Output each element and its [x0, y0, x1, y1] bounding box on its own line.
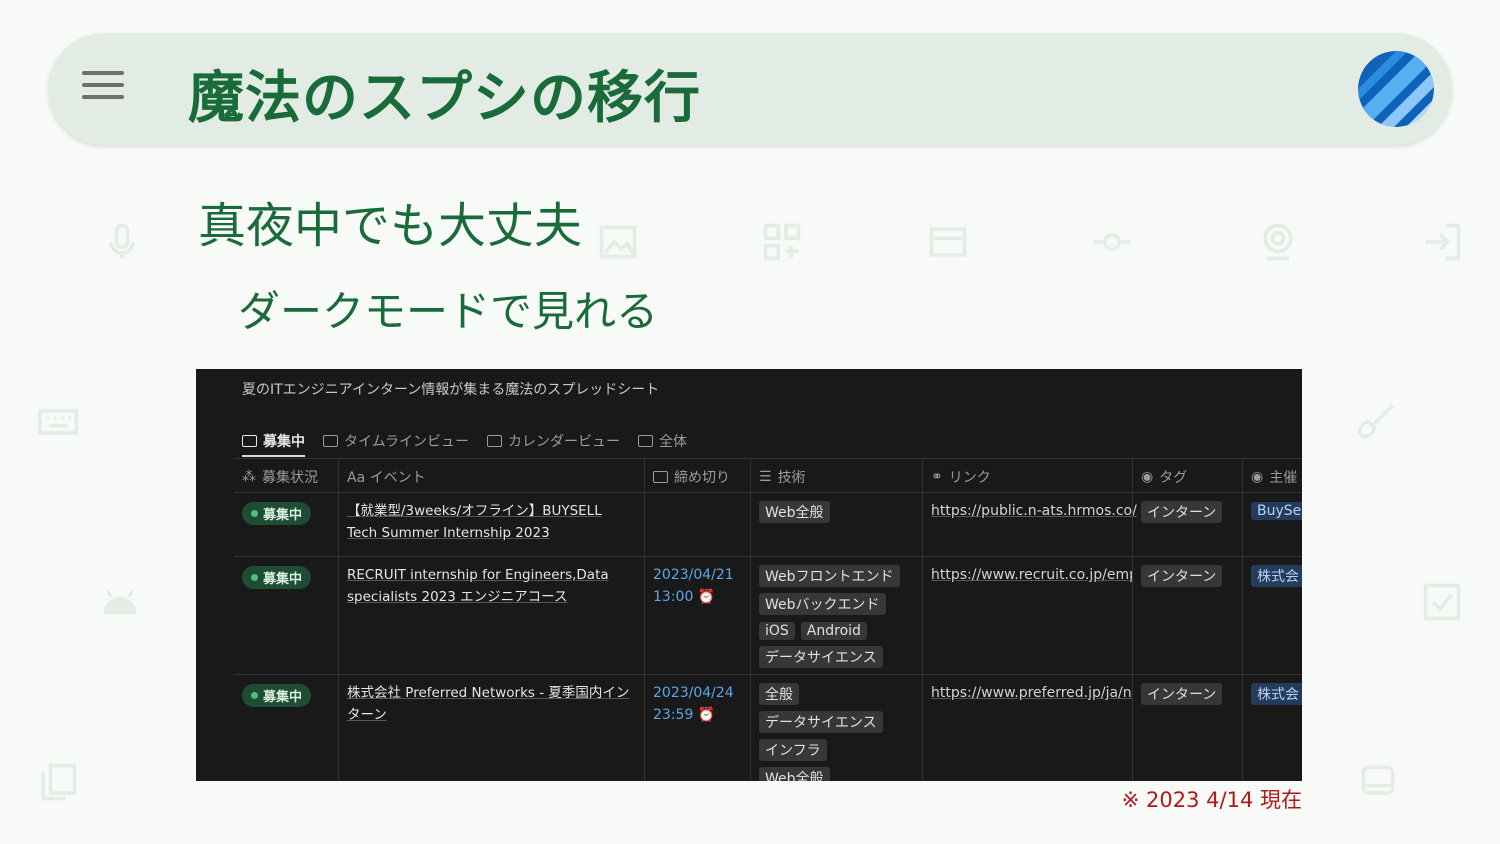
link-url[interactable]: https://www.preferred.jp/ja/ne [931, 685, 1132, 701]
column-header-event[interactable]: Aa イベント [338, 459, 644, 493]
event-name[interactable]: 株式会社 Preferred Networks - 夏季国内インターン [347, 682, 636, 726]
microphone-icon [100, 220, 144, 264]
image-icon [596, 220, 640, 264]
deadline-cell[interactable]: 2023/04/24 23:59 ⏰ [644, 675, 750, 781]
table-row[interactable]: 募集中 【就業型/3weeks/オフライン】BUYSELL Tech Summe… [234, 492, 1302, 557]
calendar-icon [653, 470, 668, 483]
alarm-clock-icon: ⏰ [697, 707, 716, 723]
tag-badge[interactable]: インターン [1141, 565, 1223, 587]
tech-tag[interactable]: インフラ [759, 739, 827, 761]
tech-tag[interactable]: Android [800, 622, 867, 640]
copy-icon [36, 760, 80, 804]
column-header-deadline[interactable]: 締め切り [644, 459, 750, 493]
tab-all[interactable]: 全体 [638, 427, 687, 455]
tech-tag[interactable]: Webフロントエンド [759, 565, 900, 587]
status-badge: 募集中 [242, 684, 312, 707]
avatar[interactable] [1358, 51, 1434, 127]
slide-subtitle: 真夜中でも大丈夫 [198, 198, 583, 254]
hamburger-menu-icon[interactable] [82, 71, 124, 107]
tab-recruiting[interactable]: 募集中 [242, 427, 305, 457]
database-title: 夏のITエンジニアインターン情報が集まる魔法のスプレッドシート [242, 382, 660, 398]
dark-mode-screenshot: 夏のITエンジニアインターン情報が集まる魔法のスプレッドシート 募集中 タイムラ… [196, 369, 1302, 781]
link-icon: ⚭ [931, 468, 943, 485]
tech-tag[interactable]: Web全般 [759, 767, 830, 781]
deadline-cell[interactable] [644, 493, 750, 557]
column-header-host[interactable]: ◉ 主催 [1242, 459, 1302, 493]
deadline-date: 2023/04/24 [653, 685, 734, 701]
tech-tag[interactable]: データサイエンス [759, 646, 883, 668]
table-header-row: ⁂ 募集状況 Aa イベント 締め切り ☰ 技術 ⚭ リンク ◉ タグ ◉ 主催 [234, 458, 1302, 493]
slide-point: ダークモードで見れる [238, 287, 659, 336]
tech-tag[interactable]: Web全般 [759, 501, 830, 523]
card-icon [926, 220, 970, 264]
tag-badge[interactable]: インターン [1141, 683, 1223, 705]
tab-calendar[interactable]: カレンダービュー [487, 427, 620, 455]
calendar-icon [487, 435, 503, 447]
event-name[interactable]: RECRUIT internship for Engineers,Data sp… [347, 564, 636, 608]
tab-timeline[interactable]: タイムラインビュー [323, 427, 469, 455]
tech-tag[interactable]: Webバックエンド [759, 593, 886, 615]
table-icon [638, 435, 654, 447]
tech-tag[interactable]: 全般 [759, 683, 799, 705]
page-title: 魔法のスプシの移行 [188, 66, 701, 131]
select-icon: ◉ [1251, 468, 1264, 485]
table-row[interactable]: 募集中 RECRUIT internship for Engineers,Dat… [234, 556, 1302, 675]
deadline-cell[interactable]: 2023/04/21 13:00 ⏰ [644, 557, 750, 675]
add-widget-icon [760, 220, 804, 264]
tech-tag[interactable]: データサイエンス [759, 711, 883, 733]
host-badge[interactable]: 株式会 [1251, 565, 1302, 587]
column-header-tag[interactable]: ◉ タグ [1132, 459, 1242, 493]
column-header-status[interactable]: ⁂ 募集状況 [234, 459, 338, 493]
host-badge[interactable]: BuySe [1251, 502, 1302, 520]
webcam-icon [1256, 220, 1300, 264]
list-icon: ☰ [759, 468, 772, 485]
table-icon [242, 435, 257, 447]
select-icon: ◉ [1141, 468, 1154, 485]
footnote: ※ 2023 4/14 現在 [1121, 788, 1302, 812]
host-badge[interactable]: 株式会 [1251, 683, 1302, 705]
tag-badge[interactable]: インターン [1141, 501, 1223, 523]
deadline-date: 2023/04/21 [653, 567, 734, 583]
deadline-time: 23:59 [653, 707, 694, 723]
loading-icon: ⁂ [242, 468, 256, 485]
brush-icon [1356, 400, 1400, 444]
link-url[interactable]: https://public.n-ats.hrmos.co/ [931, 503, 1137, 519]
column-header-link[interactable]: ⚭ リンク [922, 459, 1132, 493]
event-name[interactable]: 【就業型/3weeks/オフライン】BUYSELL Tech Summer In… [347, 500, 636, 544]
commit-icon [1090, 220, 1134, 264]
link-url[interactable]: https://www.recruit.co.jp/emp [931, 567, 1132, 583]
timeline-icon [323, 435, 338, 447]
deadline-time: 13:00 [653, 589, 694, 605]
status-badge: 募集中 [242, 502, 312, 525]
status-badge: 募集中 [242, 566, 312, 589]
tech-tag[interactable]: iOS [759, 622, 795, 640]
alarm-clock-icon: ⏰ [697, 589, 716, 605]
top-app-bar: 魔法のスプシの移行 [48, 33, 1452, 145]
table-row[interactable]: 募集中 株式会社 Preferred Networks - 夏季国内インターン … [234, 674, 1302, 781]
keyboard-icon [36, 400, 80, 444]
checkbox-icon [1420, 580, 1464, 624]
android-icon [98, 580, 142, 624]
device-icon [1356, 760, 1400, 804]
column-header-tech[interactable]: ☰ 技術 [750, 459, 922, 493]
login-icon [1420, 220, 1464, 264]
view-tabs: 募集中 タイムラインビュー カレンダービュー 全体 [242, 427, 687, 457]
